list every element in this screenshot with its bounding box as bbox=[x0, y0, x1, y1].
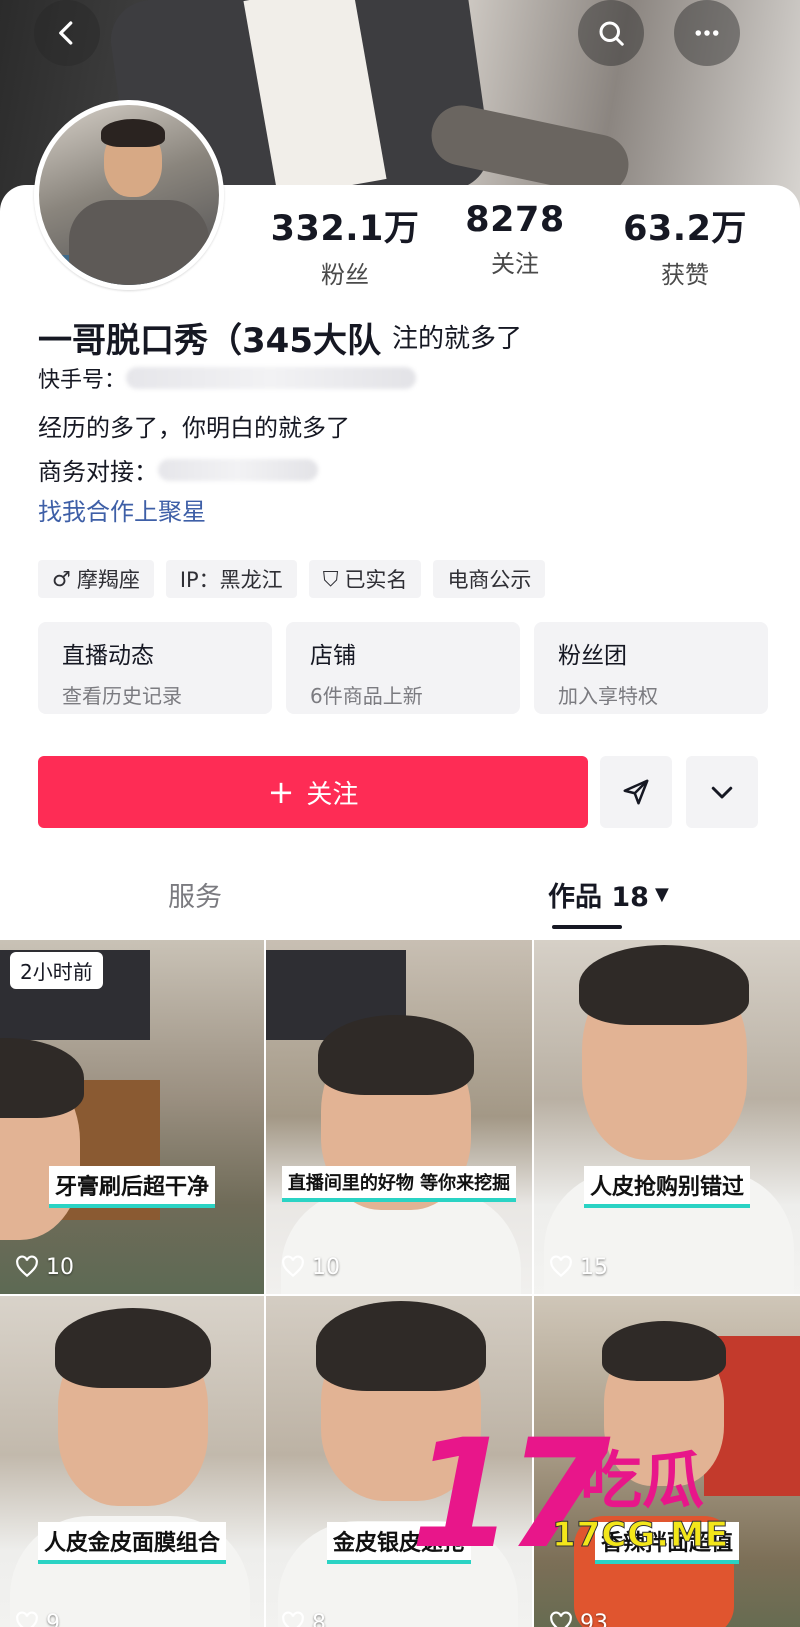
share-button[interactable] bbox=[600, 756, 672, 828]
tag-ecommerce[interactable]: 电商公示 bbox=[433, 560, 546, 598]
content-tabs: 服务 作品 18 ▼ bbox=[0, 875, 800, 935]
video-thumbnail[interactable]: 人皮金皮面膜组合 9 bbox=[0, 1296, 264, 1627]
search-button[interactable] bbox=[578, 0, 644, 66]
video-caption: 人皮抢购别错过 bbox=[583, 1166, 750, 1208]
follow-button[interactable]: + 关注 bbox=[38, 756, 588, 828]
profile-tags: ♂ 摩羯座 IP：黑龙江 ⛉ 已实名 电商公示 bbox=[38, 560, 546, 598]
following-stat[interactable]: 8278 关注 bbox=[430, 200, 600, 290]
video-likes: 10 bbox=[280, 1254, 340, 1280]
business-contact-redacted bbox=[158, 458, 318, 481]
business-label: 商务对接： bbox=[38, 458, 158, 486]
likes-stat[interactable]: 63.2万 获赞 bbox=[600, 200, 770, 290]
likes-count: 63.2万 bbox=[623, 209, 747, 249]
male-icon: ♂ bbox=[52, 567, 71, 591]
heart-icon bbox=[282, 1611, 304, 1627]
more-dots-icon bbox=[695, 30, 719, 36]
caret-down-icon: ▼ bbox=[654, 884, 669, 905]
feature-cards: 直播动态 查看历史记录 店铺 6件商品上新 粉丝团 加入享特权 bbox=[38, 622, 768, 714]
watermark-logo: 17 吃瓜 17CG.ME bbox=[410, 1420, 770, 1570]
video-thumbnail[interactable]: 直播间里的好物 等你来挖掘 10 bbox=[266, 940, 532, 1294]
profile-stats: 332.1万 粉丝 8278 关注 63.2万 获赞 bbox=[260, 200, 770, 290]
tag-zodiac: ♂ 摩羯座 bbox=[38, 560, 154, 598]
likes-label: 获赞 bbox=[661, 261, 709, 289]
followers-label: 粉丝 bbox=[321, 261, 369, 289]
video-likes: 93 bbox=[548, 1610, 608, 1627]
more-button[interactable] bbox=[674, 0, 740, 66]
heart-icon bbox=[550, 1611, 572, 1627]
more-actions-button[interactable] bbox=[686, 756, 758, 828]
back-button[interactable] bbox=[34, 0, 100, 66]
video-likes: 8 bbox=[280, 1610, 326, 1627]
video-caption: 牙膏刷后超干净 bbox=[48, 1166, 215, 1208]
chevron-left-icon bbox=[59, 21, 73, 45]
fan-club-card[interactable]: 粉丝团 加入享特权 bbox=[534, 622, 768, 714]
video-likes: 10 bbox=[14, 1254, 74, 1280]
heart-icon bbox=[550, 1255, 572, 1278]
followers-count: 332.1万 bbox=[270, 209, 420, 249]
video-likes: 15 bbox=[548, 1254, 608, 1280]
verified-shield-icon: ⛉ bbox=[322, 566, 339, 591]
following-label: 关注 bbox=[491, 250, 539, 278]
tag-ip-location: IP：黑龙江 bbox=[165, 560, 297, 598]
video-caption: 人皮金皮面膜组合 bbox=[37, 1522, 226, 1564]
chevron-down-icon bbox=[711, 786, 733, 799]
follow-label: 关注 bbox=[306, 779, 359, 810]
video-thumbnail[interactable]: 2小时前 牙膏刷后超干净 10 bbox=[0, 940, 264, 1294]
account-id-redacted bbox=[126, 367, 417, 389]
plus-icon: + bbox=[267, 773, 295, 811]
profile-bio: 经历的多了，你明白的就多了 bbox=[38, 414, 350, 442]
watermark-url: 17CG.ME bbox=[551, 1515, 730, 1556]
profile-name-overlay: 注的就多了 bbox=[392, 324, 523, 354]
send-icon bbox=[623, 779, 649, 805]
live-history-card[interactable]: 直播动态 查看历史记录 bbox=[38, 622, 272, 714]
heart-icon bbox=[282, 1255, 304, 1278]
tab-services[interactable]: 服务 bbox=[168, 875, 222, 914]
search-icon bbox=[599, 21, 624, 46]
heart-icon bbox=[16, 1611, 38, 1627]
video-likes: 9 bbox=[14, 1610, 60, 1627]
following-count: 8278 bbox=[465, 200, 565, 240]
profile-name: 一哥脱口秀（345大队 bbox=[38, 321, 381, 361]
tag-verified[interactable]: ⛉ 已实名 bbox=[308, 560, 422, 598]
video-caption: 直播间里的好物 等你来挖掘 bbox=[281, 1166, 517, 1202]
tab-works[interactable]: 作品 18 ▼ bbox=[548, 875, 669, 914]
avatar[interactable] bbox=[34, 100, 224, 290]
video-thumbnail[interactable]: 人皮抢购别错过 15 bbox=[534, 940, 800, 1294]
cooperation-link[interactable]: 找我合作上聚星 bbox=[38, 492, 206, 527]
heart-icon bbox=[16, 1255, 38, 1278]
tab-indicator bbox=[552, 925, 622, 929]
watermark-text: 吃瓜 bbox=[580, 1444, 705, 1517]
account-label: 快手号： bbox=[38, 368, 127, 393]
shop-card[interactable]: 店铺 6件商品上新 bbox=[286, 622, 520, 714]
account-id: 快手号： bbox=[38, 362, 417, 394]
followers-stat[interactable]: 332.1万 粉丝 bbox=[260, 200, 430, 290]
time-badge: 2小时前 bbox=[10, 952, 103, 989]
business-contact: 商务对接： bbox=[38, 452, 318, 487]
